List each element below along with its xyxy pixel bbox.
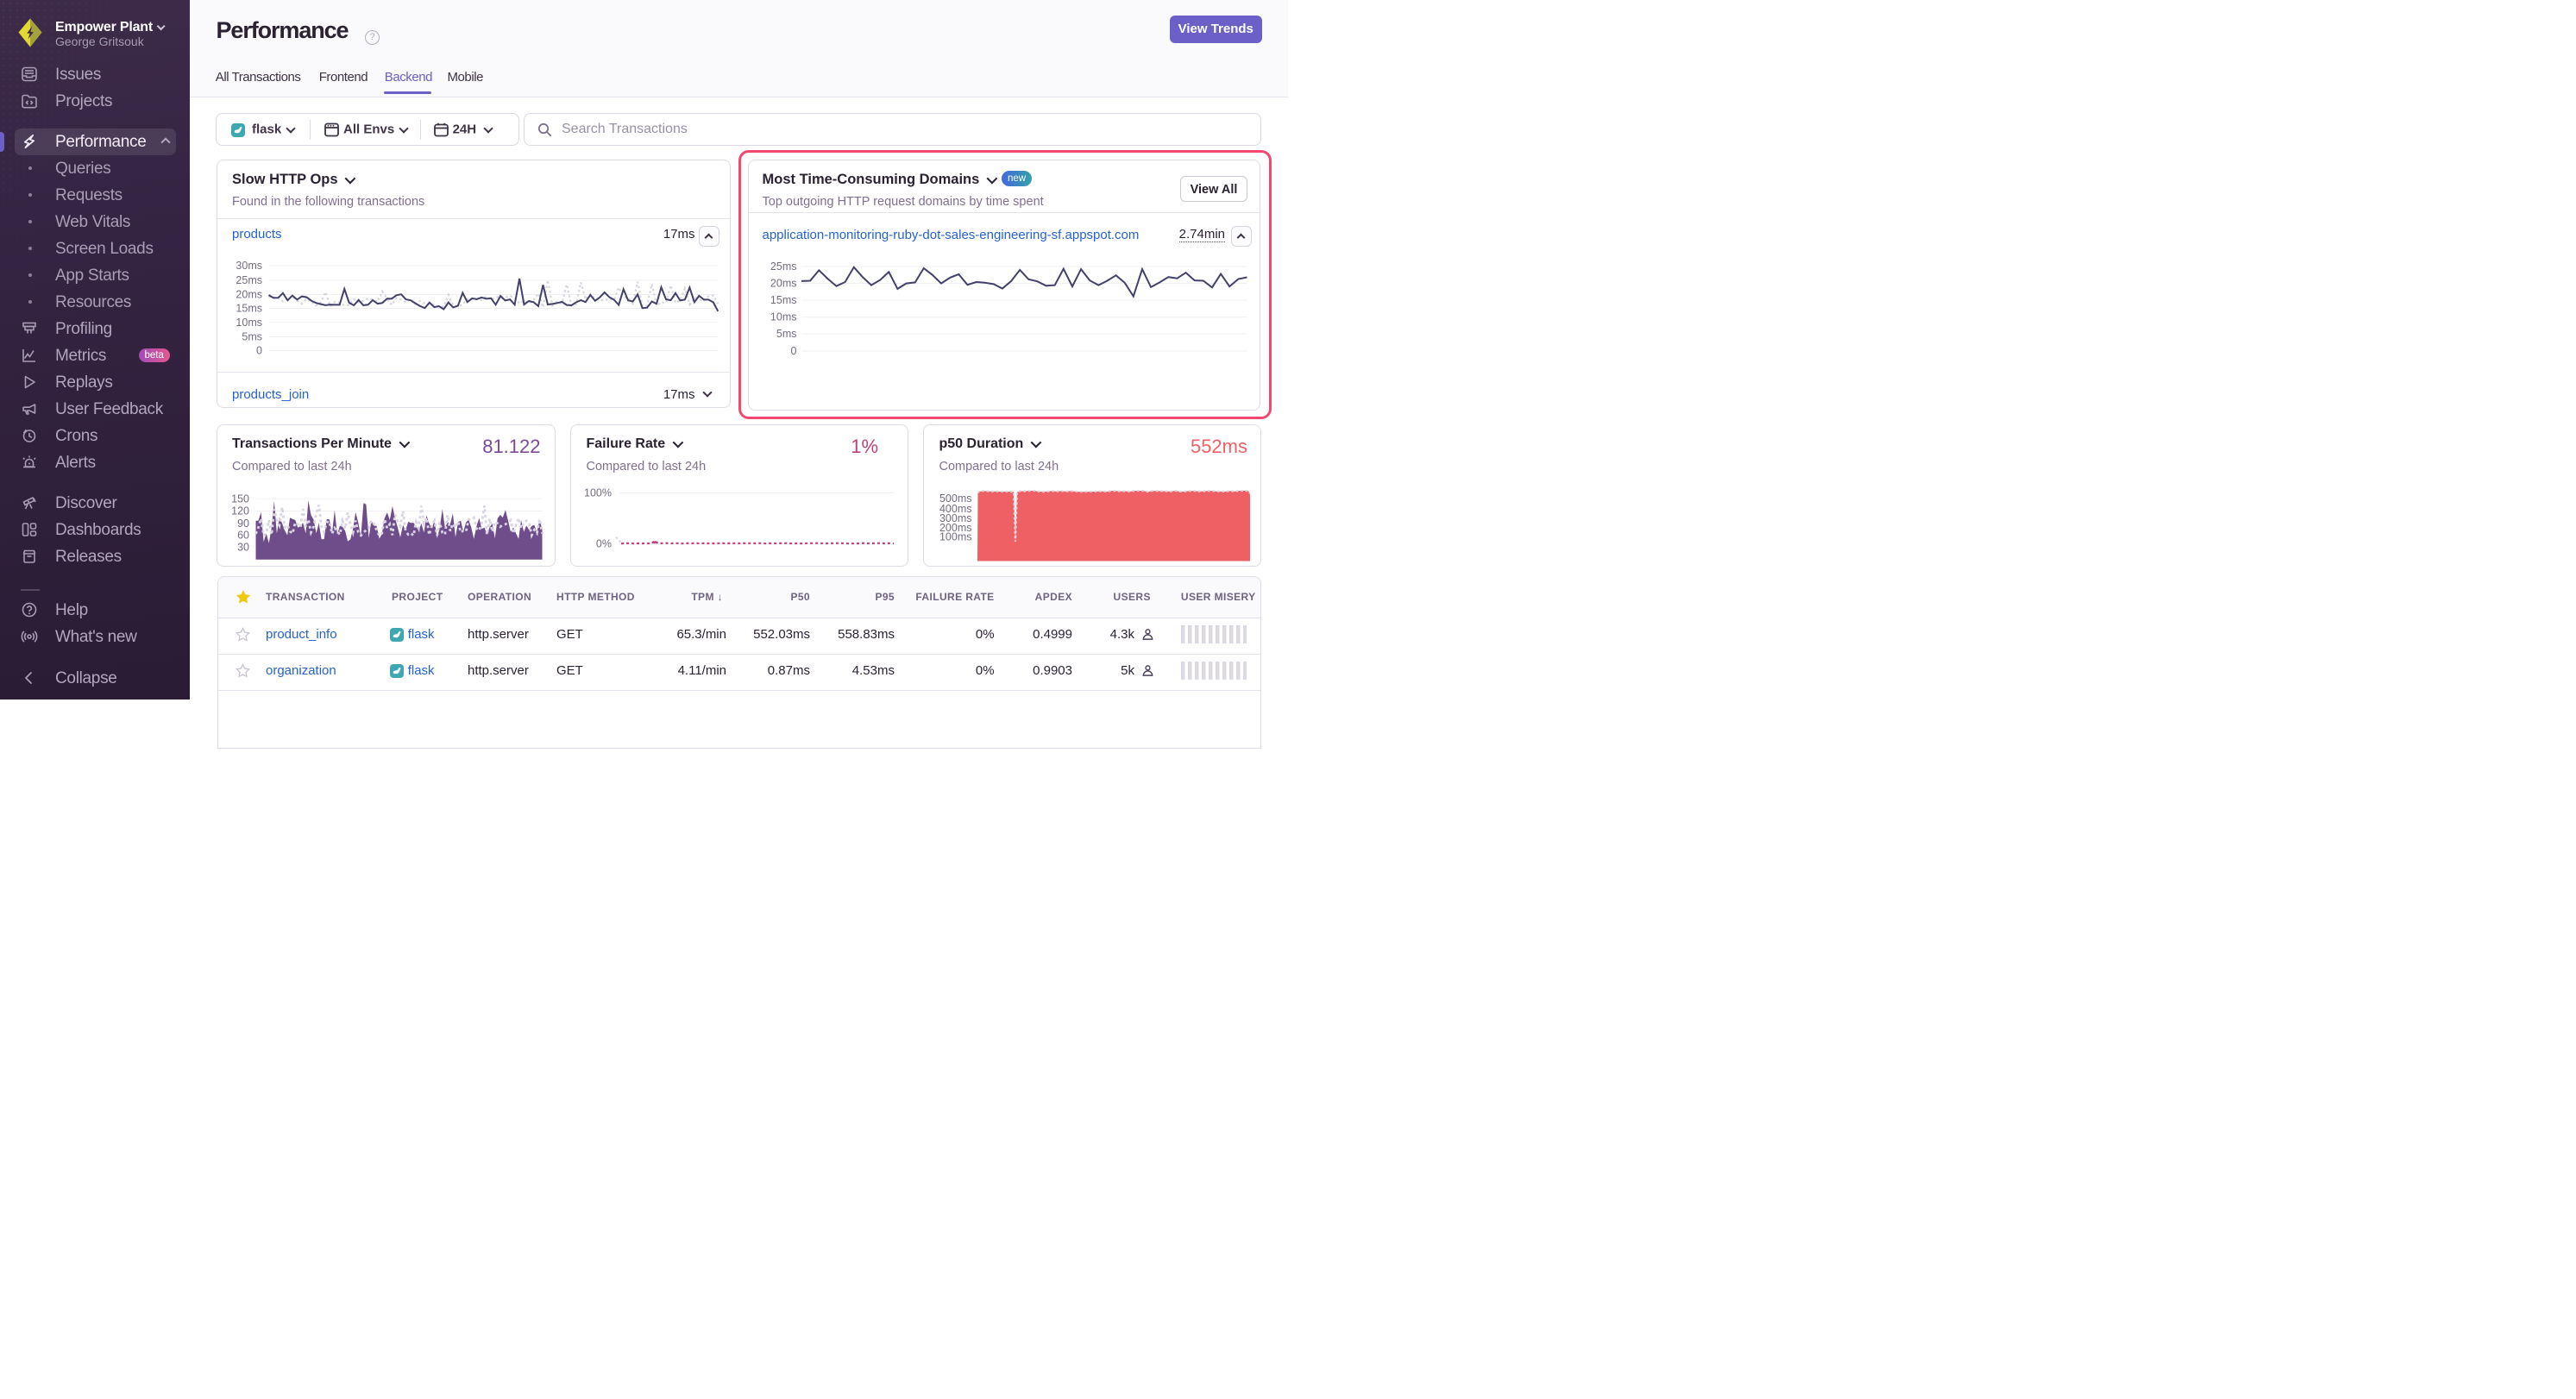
svg-text:15ms: 15ms bbox=[236, 303, 262, 315]
svg-text:0: 0 bbox=[256, 345, 262, 357]
svg-text:90: 90 bbox=[237, 518, 249, 530]
svg-text:10ms: 10ms bbox=[770, 311, 797, 323]
svg-text:120: 120 bbox=[231, 505, 249, 517]
svg-text:20ms: 20ms bbox=[770, 278, 797, 290]
svg-text:10ms: 10ms bbox=[236, 317, 262, 329]
svg-text:100%: 100% bbox=[584, 486, 612, 499]
svg-text:30ms: 30ms bbox=[236, 260, 262, 272]
svg-text:0: 0 bbox=[791, 345, 797, 357]
svg-text:30: 30 bbox=[237, 541, 249, 553]
svg-text:15ms: 15ms bbox=[770, 294, 797, 306]
svg-text:20ms: 20ms bbox=[236, 289, 262, 301]
svg-text:150: 150 bbox=[231, 492, 249, 505]
svg-text:60: 60 bbox=[237, 529, 249, 541]
svg-text:0%: 0% bbox=[596, 537, 612, 549]
svg-text:100ms: 100ms bbox=[939, 530, 972, 543]
svg-text:25ms: 25ms bbox=[770, 260, 797, 273]
svg-text:5ms: 5ms bbox=[776, 328, 797, 340]
svg-text:5ms: 5ms bbox=[242, 331, 262, 343]
svg-text:25ms: 25ms bbox=[236, 274, 262, 286]
